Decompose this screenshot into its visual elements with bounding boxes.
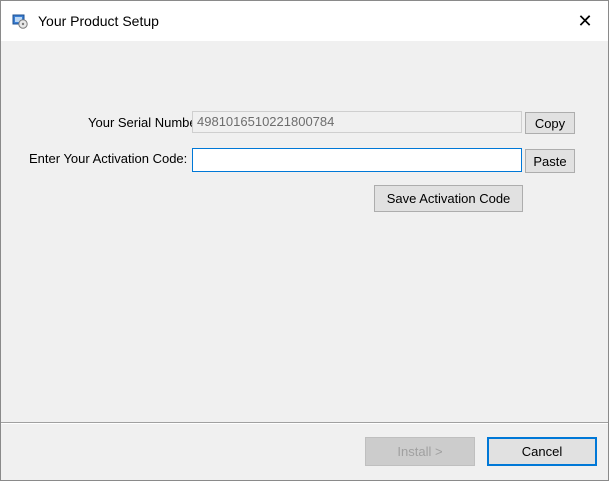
serial-number-field: 4981016510221800784 (192, 111, 522, 133)
install-button[interactable]: Install > (365, 437, 475, 466)
cancel-button[interactable]: Cancel (487, 437, 597, 466)
title-bar: Your Product Setup ✕ (1, 1, 608, 41)
save-activation-code-button[interactable]: Save Activation Code (374, 185, 523, 212)
setup-window: Your Product Setup ✕ Your Serial Number … (0, 0, 609, 481)
copy-button[interactable]: Copy (525, 112, 575, 134)
close-button[interactable]: ✕ (562, 1, 608, 41)
activation-code-label: Enter Your Activation Code: (29, 151, 188, 166)
window-title: Your Product Setup (38, 13, 159, 29)
setup-installer-icon (12, 13, 28, 29)
footer-divider (1, 422, 608, 424)
close-icon: ✕ (577, 10, 593, 31)
activation-code-input[interactable] (192, 148, 522, 172)
paste-button[interactable]: Paste (525, 149, 575, 173)
